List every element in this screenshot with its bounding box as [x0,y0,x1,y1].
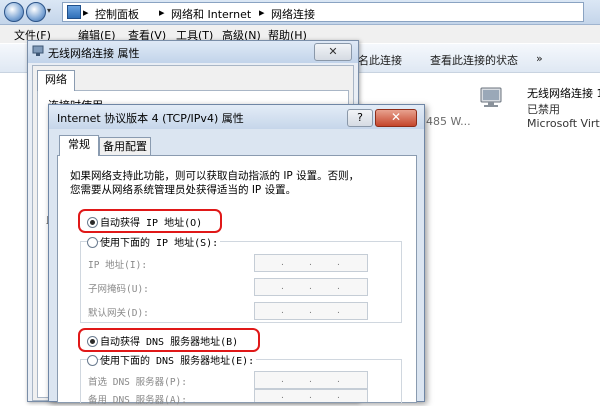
rename-connection-button[interactable]: 名此连接 [358,52,402,68]
ip-dot: . [337,258,340,268]
ipv4-dialog-title: Internet 协议版本 4 (TCP/IPv4) 属性 [57,112,244,125]
ip-auto-label[interactable]: 自动获得 IP 地址(O) [100,214,202,229]
general-tab-panel: 如果网络支持此功能，则可以获取自动指派的 IP 设置。否则， 您需要从网络系统管… [57,155,417,406]
ip-dot: . [309,375,312,385]
control-panel-icon [67,5,81,19]
dns-manual-label[interactable]: 使用下面的 DNS 服务器地址(E): [100,352,257,367]
crumb-separator[interactable]: ▸ [259,6,265,19]
description-text: 您需要从网络系统管理员处获得适当的 IP 设置。 [70,184,297,196]
adapter-device: Microsoft Virt [527,117,600,130]
crumb-network-internet[interactable]: 网络和 Internet [171,6,251,22]
ip-manual-label[interactable]: 使用下面的 IP 地址(S): [100,234,221,249]
dns-auto-label[interactable]: 自动获得 DNS 服务器地址(B) [100,333,238,348]
ip-address-label: IP 地址(I): [88,260,148,271]
back-arrow-icon[interactable] [4,2,24,22]
address-bar: ▾ ▸ 控制面板 ▸ 网络和 Internet ▸ 网络连接 [0,0,600,25]
address-field[interactable]: ▸ 控制面板 ▸ 网络和 Internet ▸ 网络连接 [62,2,584,22]
view-status-button[interactable]: 查看此连接的状态 [430,52,518,68]
alternate-dns-label: 备用 DNS 服务器(A): [88,395,187,406]
subnet-mask-input[interactable]: . . . [254,278,368,296]
history-dropdown-icon[interactable]: ▾ [47,6,51,15]
description-text: 如果网络支持此功能，则可以获取自动指派的 IP 设置。否则， [70,170,360,182]
ip-dot: . [337,306,340,316]
ip-dot: . [309,282,312,292]
ip-manual-radio[interactable] [87,237,98,248]
crumb-control-panel[interactable]: 控制面板 [95,6,139,22]
preferred-dns-input[interactable]: . . . [254,371,368,389]
tab-general[interactable]: 常规 [59,135,99,156]
dialog-title-bar[interactable]: 无线网络连接 属性 ✕ [28,41,358,63]
crumb-separator[interactable]: ▸ [159,6,165,19]
help-icon: ? [357,111,363,124]
forward-arrow-icon[interactable] [26,2,46,22]
ip-address-input[interactable]: . . . [254,254,368,272]
network-adapter-icon[interactable] [478,87,506,109]
alternate-dns-input[interactable]: . . . [254,389,368,402]
adapter-status: 已禁用 [527,103,560,116]
ip-dot: . [281,306,284,316]
ipv4-properties-dialog: Internet 协议版本 4 (TCP/IPv4) 属性 ? ✕ 常规 备用配… [48,104,425,406]
help-button[interactable]: ? [347,109,373,127]
preferred-dns-label: 首选 DNS 服务器(P): [88,377,187,388]
close-icon: ✕ [390,110,402,124]
ip-dot: . [309,258,312,268]
ipv4-dialog-title-bar[interactable]: Internet 协议版本 4 (TCP/IPv4) 属性 ? ✕ [49,105,424,129]
ip-dot: . [309,306,312,316]
ip-dot: . [281,282,284,292]
ip-dot: . [337,282,340,292]
ip-dot: . [337,375,340,385]
subnet-mask-label: 子网掩码(U): [88,284,149,295]
ip-dot: . [281,258,284,268]
adapter-partial-text: 485 W... [426,115,471,128]
crumb-network-connections[interactable]: 网络连接 [271,6,315,22]
close-button[interactable]: ✕ [314,43,352,61]
adapter-name[interactable]: 无线网络连接 1 [527,85,600,101]
tab-network[interactable]: 网络 [37,70,75,91]
toolbar-overflow-button[interactable]: » [536,52,543,65]
ip-dot: . [281,375,284,385]
close-icon: ✕ [328,45,338,58]
default-gateway-input[interactable]: . . . [254,302,368,320]
tab-alternate-config[interactable]: 备用配置 [99,137,151,156]
close-button[interactable]: ✕ [375,109,417,127]
dns-manual-radio[interactable] [87,355,98,366]
network-icon [32,45,44,57]
ip-auto-radio[interactable] [87,217,98,228]
default-gateway-label: 默认网关(D): [88,308,149,319]
crumb-separator[interactable]: ▸ [83,6,89,19]
dialog-title: 无线网络连接 属性 [48,47,140,60]
dns-auto-radio[interactable] [87,336,98,347]
